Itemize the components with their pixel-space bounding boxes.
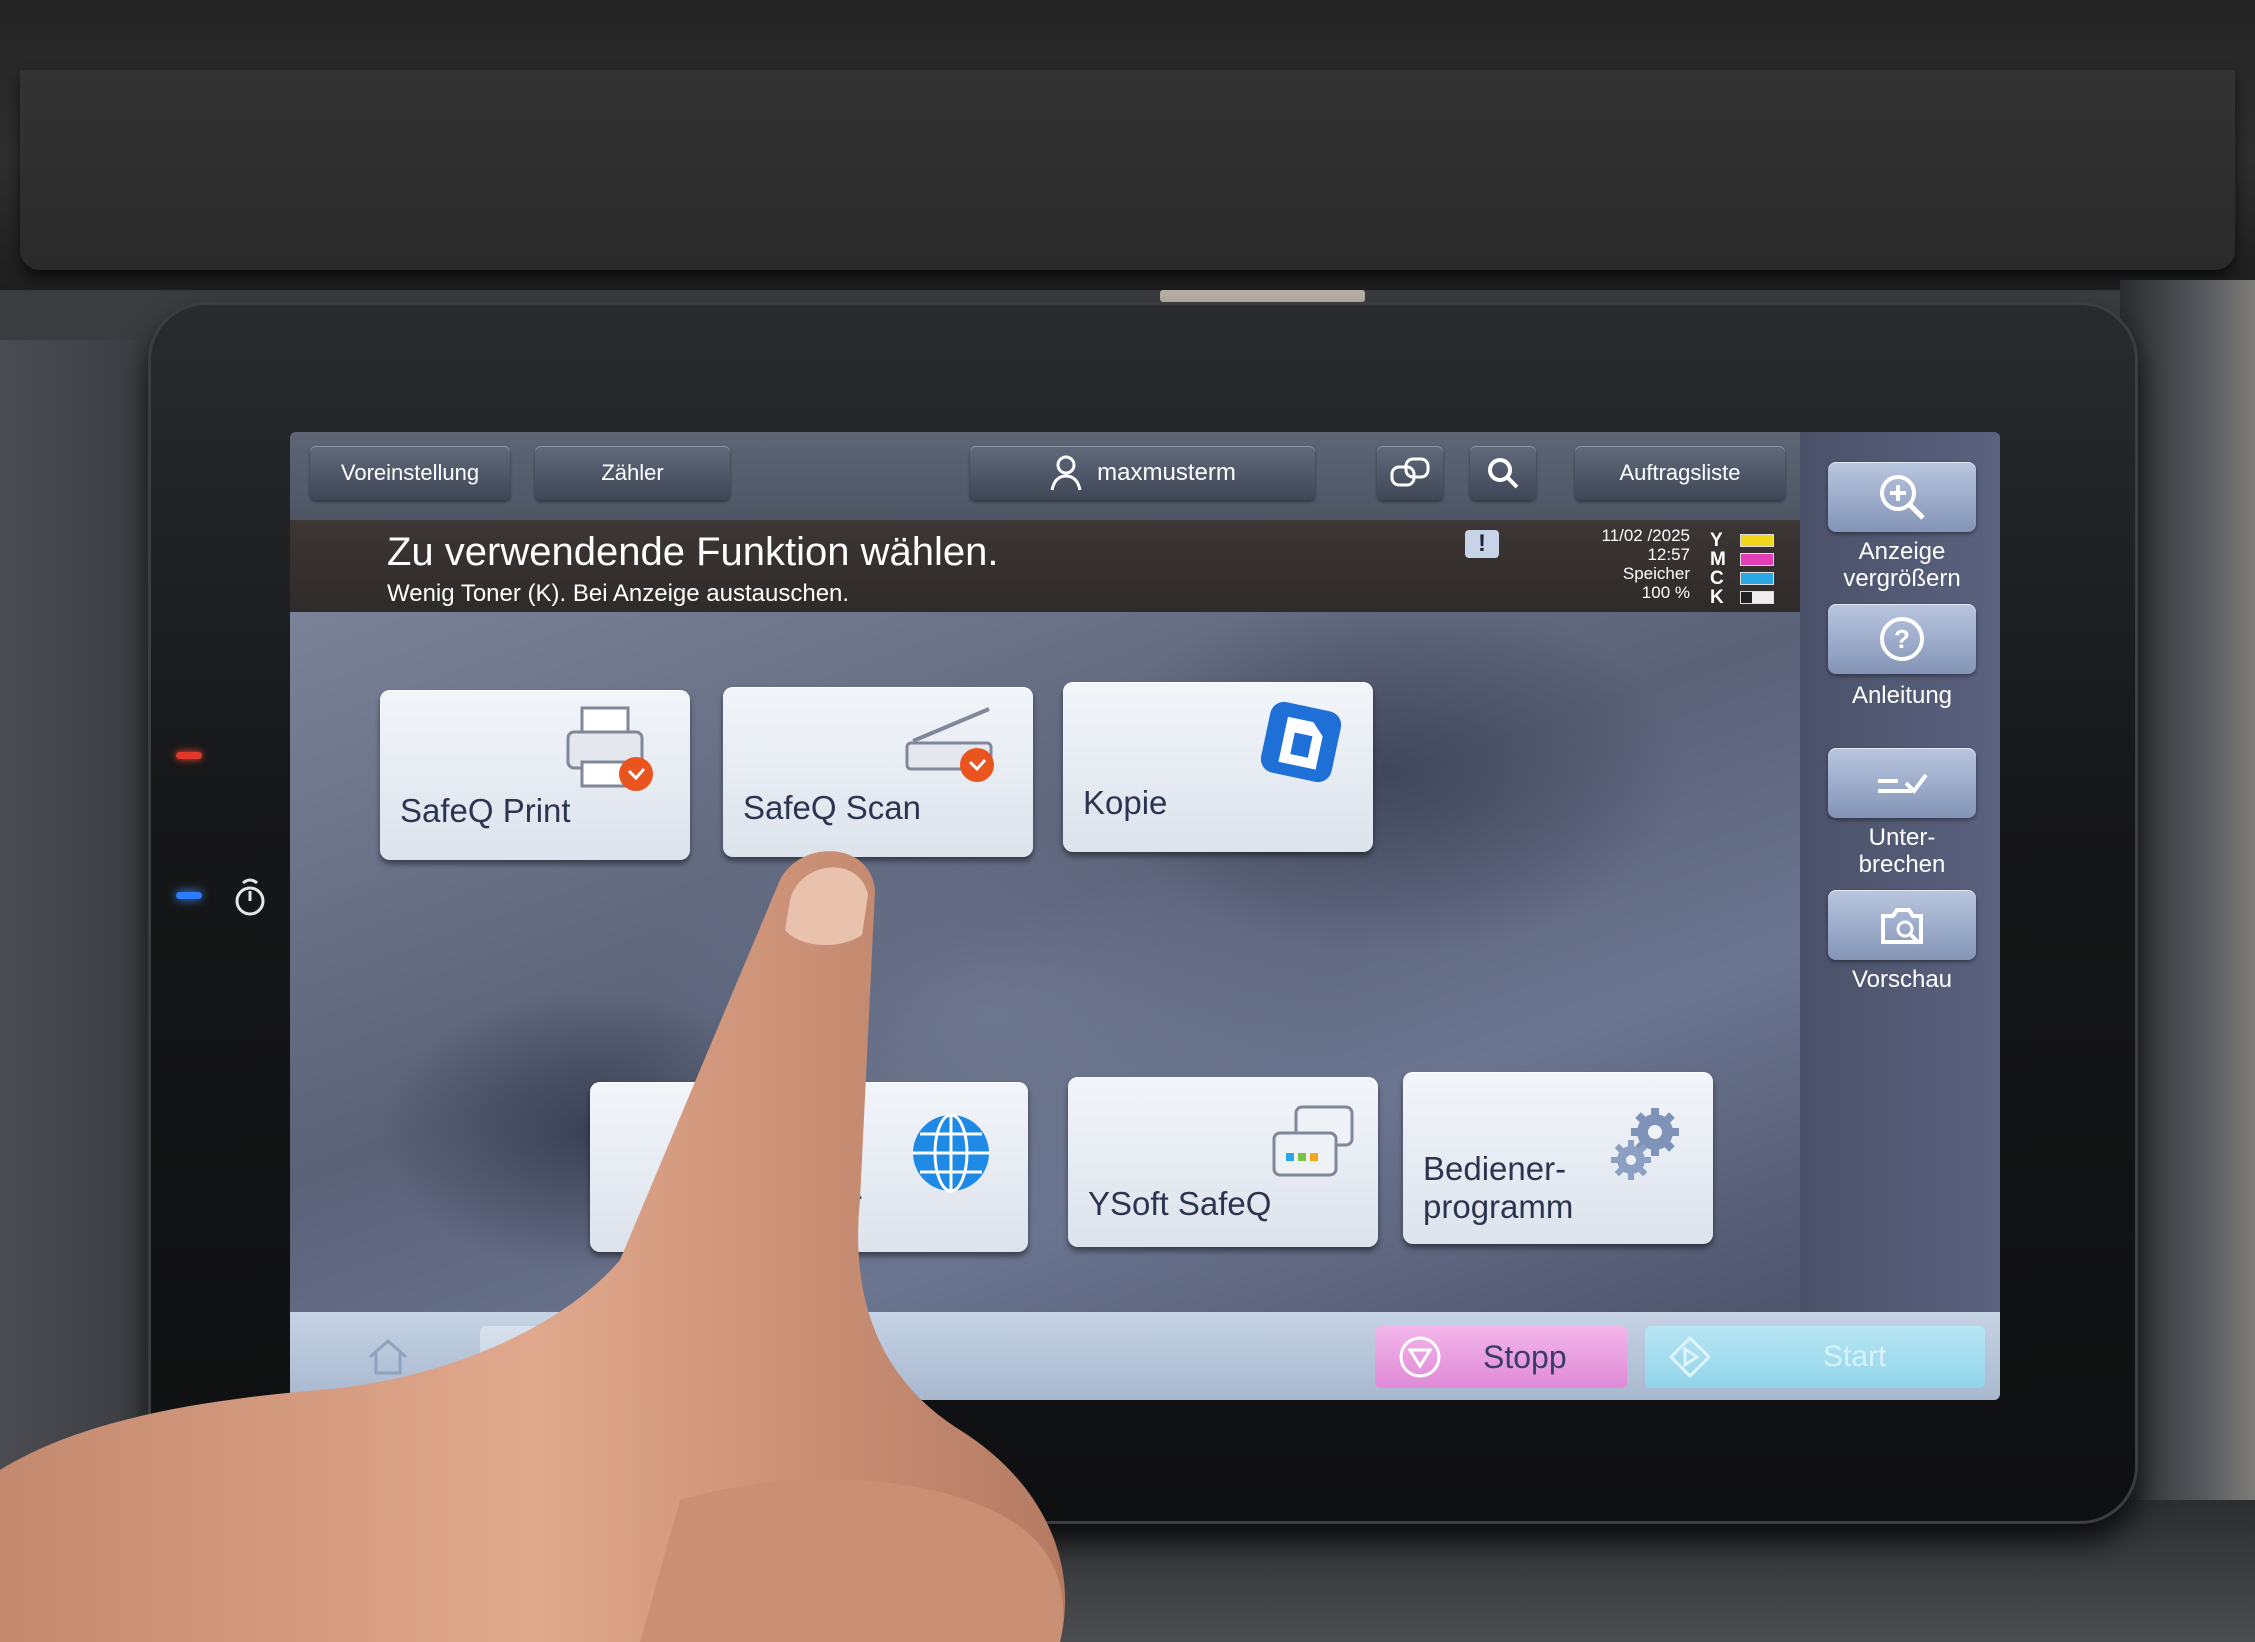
preview-button[interactable] [1828, 890, 1976, 960]
copy-label: Kopie [1083, 784, 1168, 821]
toner-row-k: K [1710, 587, 1774, 608]
printer-body-right [2120, 280, 2255, 1642]
utility-tile[interactable]: Bediener- programm [1403, 1072, 1713, 1244]
home-icon [368, 1338, 407, 1375]
preview-label: Vorschau [1851, 966, 1953, 993]
printer-icon [566, 706, 653, 791]
memory-value: 100 % [1641, 583, 1690, 602]
time-text: 12:57 [1647, 545, 1690, 564]
error-led [176, 752, 202, 759]
interrupt-line2: brechen [1858, 851, 1946, 878]
user-icon [1050, 455, 1082, 491]
user-name: maxmusterm [1097, 459, 1236, 486]
preset-label: Voreinstellung [340, 460, 480, 485]
memory-label: Speicher [1622, 564, 1690, 583]
utility-label-line1: Bediener- [1423, 1150, 1567, 1187]
stop-icon [1399, 1336, 1441, 1378]
toner-bar-y [1740, 534, 1774, 547]
search-button[interactable] [1470, 446, 1536, 500]
search-icon [1488, 458, 1519, 489]
page-title: Zu verwendende Funktion wählen. [387, 530, 999, 574]
copy-tile[interactable]: Kopie [1063, 682, 1373, 852]
help-icon: ? [1880, 617, 1924, 661]
toner-bar-m [1740, 553, 1774, 566]
toner-row-y: Y [1710, 530, 1774, 551]
counter-label: Zähler [601, 460, 664, 485]
status-readout: 11/02 /2025 12:57 Speicher 100 % [1490, 526, 1690, 602]
copy-icon [1260, 701, 1342, 783]
toner-bar-c [1740, 572, 1774, 585]
guide-button[interactable]: ? [1828, 604, 1976, 674]
preview-icon [1881, 908, 1923, 945]
stop-button[interactable]: Stopp [1375, 1326, 1627, 1388]
message-area: Zu verwendende Funktion wählen. Wenig To… [290, 520, 1800, 612]
side-panel: Anzeige vergrößern ? Anleitung Unter- br… [1800, 432, 2000, 1312]
date-text: 11/02 /2025 [1601, 526, 1690, 545]
power-save-icon[interactable] [230, 875, 270, 919]
printer-body-left [0, 340, 170, 1642]
start-label: Start [1823, 1340, 1887, 1373]
utility-label: Bediener- programm [1423, 1150, 1573, 1226]
ysoft-safeq-tile[interactable]: YSoft SafeQ [1068, 1077, 1378, 1247]
web-browser-tile[interactable]: ser [590, 1082, 1028, 1252]
toner-levels: Y M C K [1710, 530, 1774, 608]
link-chain-icon [1390, 457, 1430, 487]
lid-latch [1160, 290, 1365, 302]
power-led [176, 892, 202, 899]
globe-icon [913, 1113, 989, 1193]
toner-letter: K [1710, 587, 1724, 608]
start-icon [1668, 1335, 1712, 1379]
touchscreen: Voreinstellung Zähler maxmusterm Auftrag… [290, 432, 2000, 1400]
safeq-print-label: SafeQ Print [400, 792, 571, 829]
zoom-line2: vergrößern [1843, 565, 1961, 592]
logout-icon [513, 1339, 554, 1375]
interrupt-icon [1878, 773, 1928, 795]
guide-label: Anleitung [1851, 682, 1953, 709]
toner-row-m: M [1710, 549, 1774, 570]
bottom-bar: ksetzen Stopp Start [290, 1312, 2000, 1400]
top-bar: Voreinstellung Zähler maxmusterm Auftrag… [290, 432, 1800, 520]
home-button[interactable] [340, 1326, 435, 1388]
stop-label: Stopp [1483, 1338, 1567, 1375]
safeq-scan-tile[interactable]: SafeQ Scan [723, 687, 1033, 857]
utility-label-line2: programm [1423, 1188, 1574, 1225]
scanner-icon [905, 707, 994, 782]
ysoft-device-icon [1272, 1105, 1354, 1177]
user-button[interactable]: maxmusterm [970, 446, 1315, 500]
interrupt-button[interactable] [1828, 748, 1976, 818]
toner-bar-k [1740, 591, 1774, 604]
job-list-button[interactable]: Auftragsliste [1575, 446, 1785, 500]
web-browser-label: ser [816, 1184, 862, 1221]
logout-button[interactable] [480, 1326, 590, 1388]
start-button[interactable]: Start [1645, 1326, 1985, 1388]
counter-button[interactable]: Zähler [535, 446, 730, 500]
zoom-display-button[interactable] [1828, 462, 1976, 532]
status-message: Wenig Toner (K). Bei Anzeige austauschen… [387, 580, 850, 607]
zoom-display-label: Anzeige vergrößern [1810, 538, 1994, 592]
interrupt-label: Unter- brechen [1810, 824, 1994, 878]
link-button[interactable] [1377, 446, 1443, 500]
safeq-scan-label: SafeQ Scan [743, 789, 921, 826]
svg-text:?: ? [1894, 624, 1910, 654]
zoom-line1: Anzeige [1858, 538, 1946, 565]
toner-row-c: C [1710, 568, 1774, 589]
zoom-in-icon [1880, 475, 1925, 520]
preset-button[interactable]: Voreinstellung [310, 446, 510, 500]
scanner-lid [20, 70, 2235, 270]
reset-button[interactable]: ksetzen [760, 1340, 863, 1374]
safeq-print-tile[interactable]: SafeQ Print [380, 690, 690, 860]
printer-top-cover [0, 0, 2255, 302]
ysoft-safeq-label: YSoft SafeQ [1088, 1185, 1272, 1222]
gear-icon [1611, 1108, 1679, 1180]
job-list-label: Auftragsliste [1619, 460, 1741, 485]
interrupt-line1: Unter- [1868, 824, 1936, 851]
